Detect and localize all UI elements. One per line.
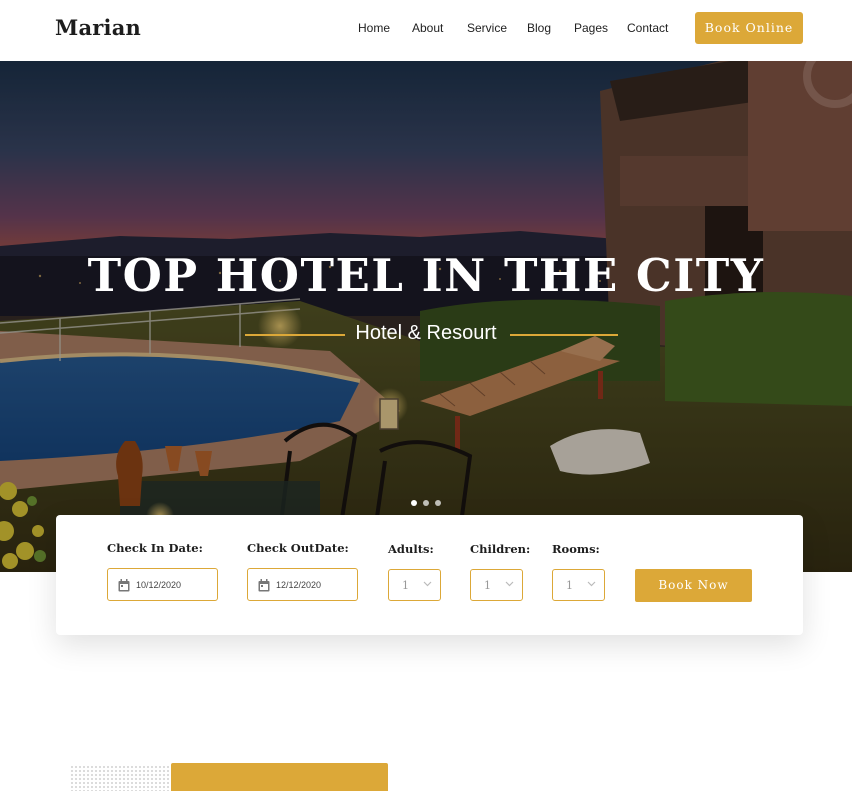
booking-form: Check In Date: 10/12/2020 Check OutDate:… [56,515,803,635]
nav-pages[interactable]: Pages [574,21,608,35]
subtitle-divider-right [510,334,618,336]
book-now-button[interactable]: Book Now [635,569,752,602]
dot-pattern-decoration [70,765,175,791]
nav-about[interactable]: About [412,21,443,35]
rooms-label: Rooms: [552,542,600,556]
check-in-label: Check In Date: [107,541,203,555]
chevron-down-icon [423,581,432,587]
check-in-value: 10/12/2020 [136,580,182,590]
hero-slider: TOP HOTEL IN THE CITY Hotel & Resourt [0,61,852,572]
children-value: 1 [484,579,491,592]
book-online-button[interactable]: Book Online [695,12,803,44]
check-in-input[interactable]: 10/12/2020 [107,568,218,601]
check-out-label: Check OutDate: [247,541,349,555]
hero-subtitle: Hotel & Resourt [355,322,497,344]
rooms-select[interactable]: 1 [552,569,605,601]
nav-home[interactable]: Home [358,21,390,35]
nav-service[interactable]: Service [467,21,507,35]
nav-contact[interactable]: Contact [627,21,668,35]
hero-title: TOP HOTEL IN THE CITY [87,249,765,302]
check-out-input[interactable]: 12/12/2020 [247,568,358,601]
hero-background-image [0,61,852,572]
children-label: Children: [470,542,531,556]
site-logo[interactable]: Marian [55,15,141,40]
adults-value: 1 [402,579,409,592]
nav-blog[interactable]: Blog [527,21,551,35]
chevron-down-icon [505,581,514,587]
slider-dot-3[interactable] [435,500,441,506]
about-image-frame [171,763,388,791]
slider-dot-2[interactable] [423,500,429,506]
rooms-value: 1 [566,579,573,592]
check-out-value: 12/12/2020 [276,580,322,590]
chevron-down-icon [587,581,596,587]
children-select[interactable]: 1 [470,569,523,601]
slider-dot-1[interactable] [411,500,417,506]
adults-select[interactable]: 1 [388,569,441,601]
adults-label: Adults: [388,542,434,556]
site-header: Marian Home About Service Blog Pages Con… [0,0,852,61]
calendar-icon [258,579,270,592]
calendar-icon [118,579,130,592]
